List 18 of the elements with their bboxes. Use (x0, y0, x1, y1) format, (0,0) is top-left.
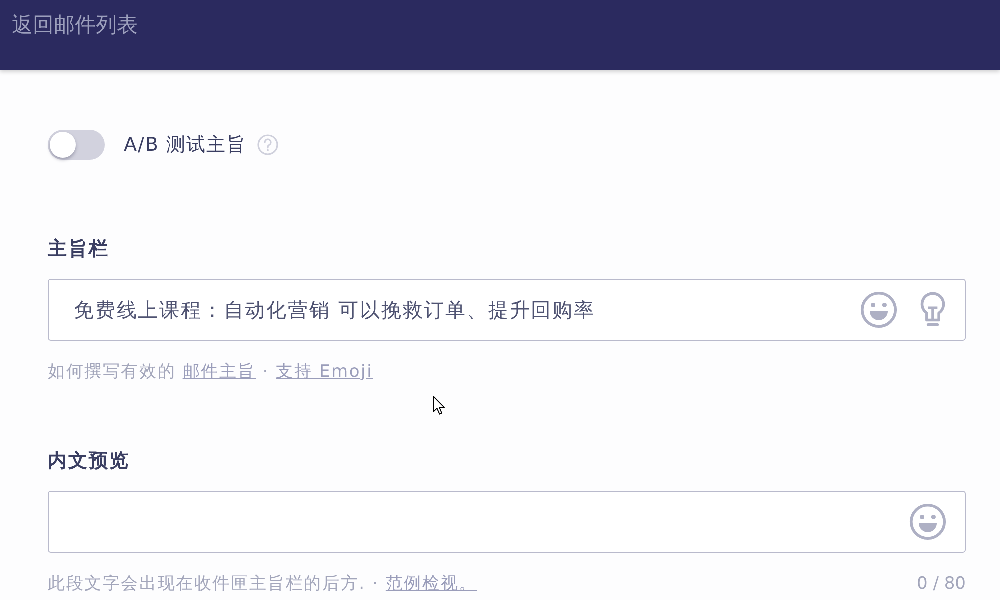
toggle-label: A/B 测试主旨 (124, 132, 246, 158)
help-icon[interactable] (257, 134, 280, 156)
hint-text: 此段文字会出现在收件匣主旨栏的后方. · 范例检视。 (48, 573, 478, 595)
field-label: 内文预览 (48, 449, 130, 473)
preview-input[interactable] (48, 491, 966, 553)
field-label: 主旨栏 (48, 237, 110, 261)
help-link[interactable]: 邮件主旨 (182, 362, 256, 382)
toggle-switch[interactable] (48, 130, 105, 160)
help-link[interactable]: 支持 Emoji (276, 362, 374, 382)
subject-input[interactable]: 免费线上课程：自动化营销 可以挽救订单、提升回购率 (48, 279, 966, 341)
emoji-icon[interactable] (860, 291, 898, 329)
cursor-icon (433, 396, 445, 415)
character-counter: 0 / 80 (917, 573, 966, 595)
emoji-icon[interactable] (909, 503, 947, 541)
lightbulb-icon[interactable] (919, 291, 947, 329)
example-link[interactable]: 范例检视。 (386, 574, 478, 594)
back-link[interactable]: 返回邮件列表 (12, 12, 138, 39)
hint-text: 如何撰写有效的 邮件主旨 · 支持 Emoji (48, 361, 374, 383)
